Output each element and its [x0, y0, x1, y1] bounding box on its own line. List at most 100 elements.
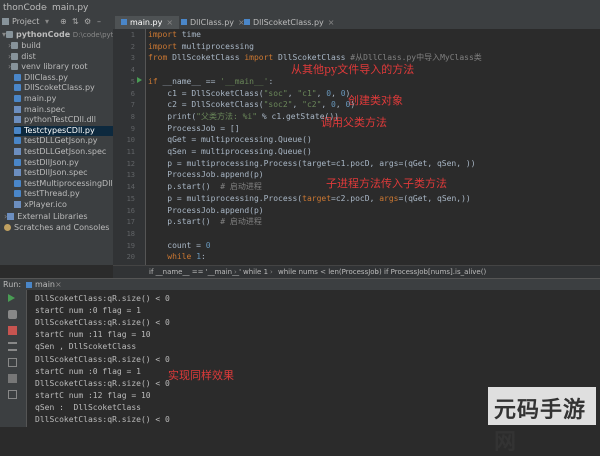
console-line: qSen , DllScoketClass: [35, 342, 137, 352]
breadcrumb-separator-icon: ›: [376, 268, 379, 276]
code-line: p.start() # 启动进程: [148, 182, 262, 192]
code-line: ProcessJob.append(p): [148, 205, 264, 215]
gear-icon[interactable]: ⚙: [84, 17, 91, 26]
tab-dllscoketclass-py[interactable]: DllScoketClass.py ×: [238, 16, 341, 29]
code-line: import multiprocessing: [148, 41, 254, 51]
scratches-node[interactable]: Scratches and Consoles: [4, 223, 109, 233]
locate-icon[interactable]: ⊕: [60, 17, 67, 26]
close-icon[interactable]: ×: [166, 18, 173, 27]
scratches-icon: [4, 224, 11, 231]
code-line: p.start() # 启动进程: [148, 217, 262, 227]
run-toolbar: [0, 290, 27, 427]
tree-file[interactable]: pythonTestCDll.dll: [14, 115, 113, 125]
tree-folder[interactable]: › venv library root: [8, 62, 113, 72]
code-annotation: 从其他py文件导入的方法: [291, 63, 415, 76]
line-number: 14: [126, 183, 135, 192]
python-file-icon: [14, 179, 21, 187]
tree-folder[interactable]: › dist: [8, 52, 113, 62]
code-line: count = 0: [148, 240, 211, 250]
folder-icon: [11, 63, 19, 71]
tree-file[interactable]: main.py: [14, 94, 113, 104]
project-title: thonCode: [3, 3, 47, 13]
breadcrumb-separator-icon: ›: [270, 268, 273, 276]
tree-file[interactable]: testDLLGetJson.spec: [14, 147, 113, 157]
title-bar: thonCode › main.py: [0, 0, 600, 17]
code-line: p = multiprocessing.Process(target=c2.po…: [148, 193, 471, 203]
project-panel-header: Project ▾ ⊕ ⇅ ⚙ –: [0, 16, 113, 29]
tree-file[interactable]: testDllJson.py: [14, 158, 113, 168]
tree-folder[interactable]: › build: [8, 41, 113, 51]
breadcrumb-separator-icon: ›: [44, 3, 48, 13]
code-line: qSen = multiprocessing.Queue(): [148, 147, 312, 156]
line-number: 20: [126, 253, 135, 262]
run-tab-main[interactable]: main: [35, 280, 55, 289]
watermark-logo: 元码手游网: [494, 397, 587, 455]
python-file-icon: [14, 126, 21, 134]
tree-file[interactable]: main.spec: [14, 105, 113, 115]
scroll-end-icon[interactable]: [8, 358, 17, 367]
tree-file[interactable]: xPlayer.ico: [14, 200, 113, 210]
code-line: c2 = DllScoketClass("soc2", "c2", 0, 0): [148, 100, 356, 110]
tree-file[interactable]: testThread.py: [14, 189, 113, 199]
file-icon: [14, 148, 21, 155]
code-line: p = multiprocessing.Process(target=c1.po…: [148, 158, 476, 168]
stop-icon[interactable]: [8, 326, 17, 335]
tree-file[interactable]: testMultiprocessingDll.py: [14, 179, 113, 189]
breadcrumb-item[interactable]: while nums < len(ProcessJob): [278, 268, 382, 276]
close-icon[interactable]: ×: [328, 18, 335, 27]
print-icon[interactable]: [8, 374, 17, 383]
watermark: 元码手游网: [488, 387, 596, 455]
hide-icon[interactable]: –: [97, 17, 101, 26]
console-annotation: 实现同样效果: [168, 369, 234, 382]
code-line: ProcessJob = []: [148, 123, 240, 133]
line-gutter: 1 2 3 4 5 6 7 8 9 10 11 12 13 14 15 16 17 18 19 20: [113, 29, 146, 265]
project-icon: [2, 18, 9, 25]
file-icon: [14, 201, 21, 208]
soft-wrap-icon[interactable]: [8, 342, 17, 351]
console-line: DllScoketClass:qR.size() < 0: [35, 318, 170, 328]
code-line: import time: [148, 30, 201, 39]
run-label: Run:: [3, 280, 22, 289]
python-file-icon: [14, 73, 21, 81]
line-number: 18: [126, 229, 135, 238]
current-file-title[interactable]: main.py: [52, 3, 88, 13]
tree-file[interactable]: testDLLGetJson.py: [14, 136, 113, 146]
breadcrumb-separator-icon: ›: [234, 268, 237, 276]
line-number: 8: [130, 112, 135, 121]
breadcrumb-item[interactable]: while 1: [243, 268, 268, 276]
tree-file[interactable]: DllClass.py: [14, 73, 113, 83]
run-arrow-icon[interactable]: [137, 77, 142, 83]
folder-icon: [6, 31, 14, 38]
breadcrumb-item[interactable]: if ProcessJob[nums].is_alive(): [384, 268, 486, 276]
close-icon[interactable]: ×: [55, 280, 62, 289]
code-editor[interactable]: 从其他py文件导入的方法 创建类对象 调用父类方法 子进程方法传入子类方法 im…: [146, 29, 600, 265]
external-libraries-node[interactable]: › External Libraries: [4, 212, 88, 222]
folder-icon: [11, 52, 19, 60]
code-line: while 1:: [167, 252, 206, 262]
tree-root[interactable]: ▾pythonCode D:\code\python\: [2, 30, 113, 40]
collapse-icon[interactable]: ⇅: [72, 17, 79, 26]
line-number: 7: [130, 101, 135, 110]
line-number: 6: [130, 89, 135, 98]
breadcrumb-item[interactable]: if __name__ == '__main__': [149, 268, 241, 276]
line-number: 2: [130, 42, 135, 51]
project-tree: ▾pythonCode D:\code\python\ ›External Li…: [0, 29, 113, 265]
python-file-icon: [181, 19, 187, 25]
tree-file[interactable]: DllScoketClass.py: [14, 83, 113, 93]
editor-tabs: main.py × DllClass.py × DllScoketClass.py ×: [113, 16, 600, 31]
wrench-icon[interactable]: [8, 310, 17, 319]
tree-file[interactable]: TestctypesCDll.py: [14, 125, 113, 136]
console-line: startC num :0 flag = 1: [35, 306, 141, 316]
python-file-icon: [121, 19, 127, 25]
line-number: 1: [130, 31, 135, 39]
python-file-icon: [14, 190, 21, 198]
project-panel-title[interactable]: Project: [12, 17, 39, 26]
line-number: 19: [126, 241, 135, 250]
rerun-icon[interactable]: [8, 294, 15, 302]
code-annotation: 子进程方法传入子类方法: [326, 177, 447, 190]
chevron-down-icon[interactable]: ▾: [45, 17, 49, 26]
trash-icon[interactable]: [8, 390, 17, 399]
code-line: c1 = DllScoketClass("soc", "c1", 0, 0): [148, 88, 351, 98]
tree-file[interactable]: testDllJson.spec: [14, 168, 113, 178]
console-line: DllScoketClass:qR.size() < 0: [35, 294, 170, 303]
